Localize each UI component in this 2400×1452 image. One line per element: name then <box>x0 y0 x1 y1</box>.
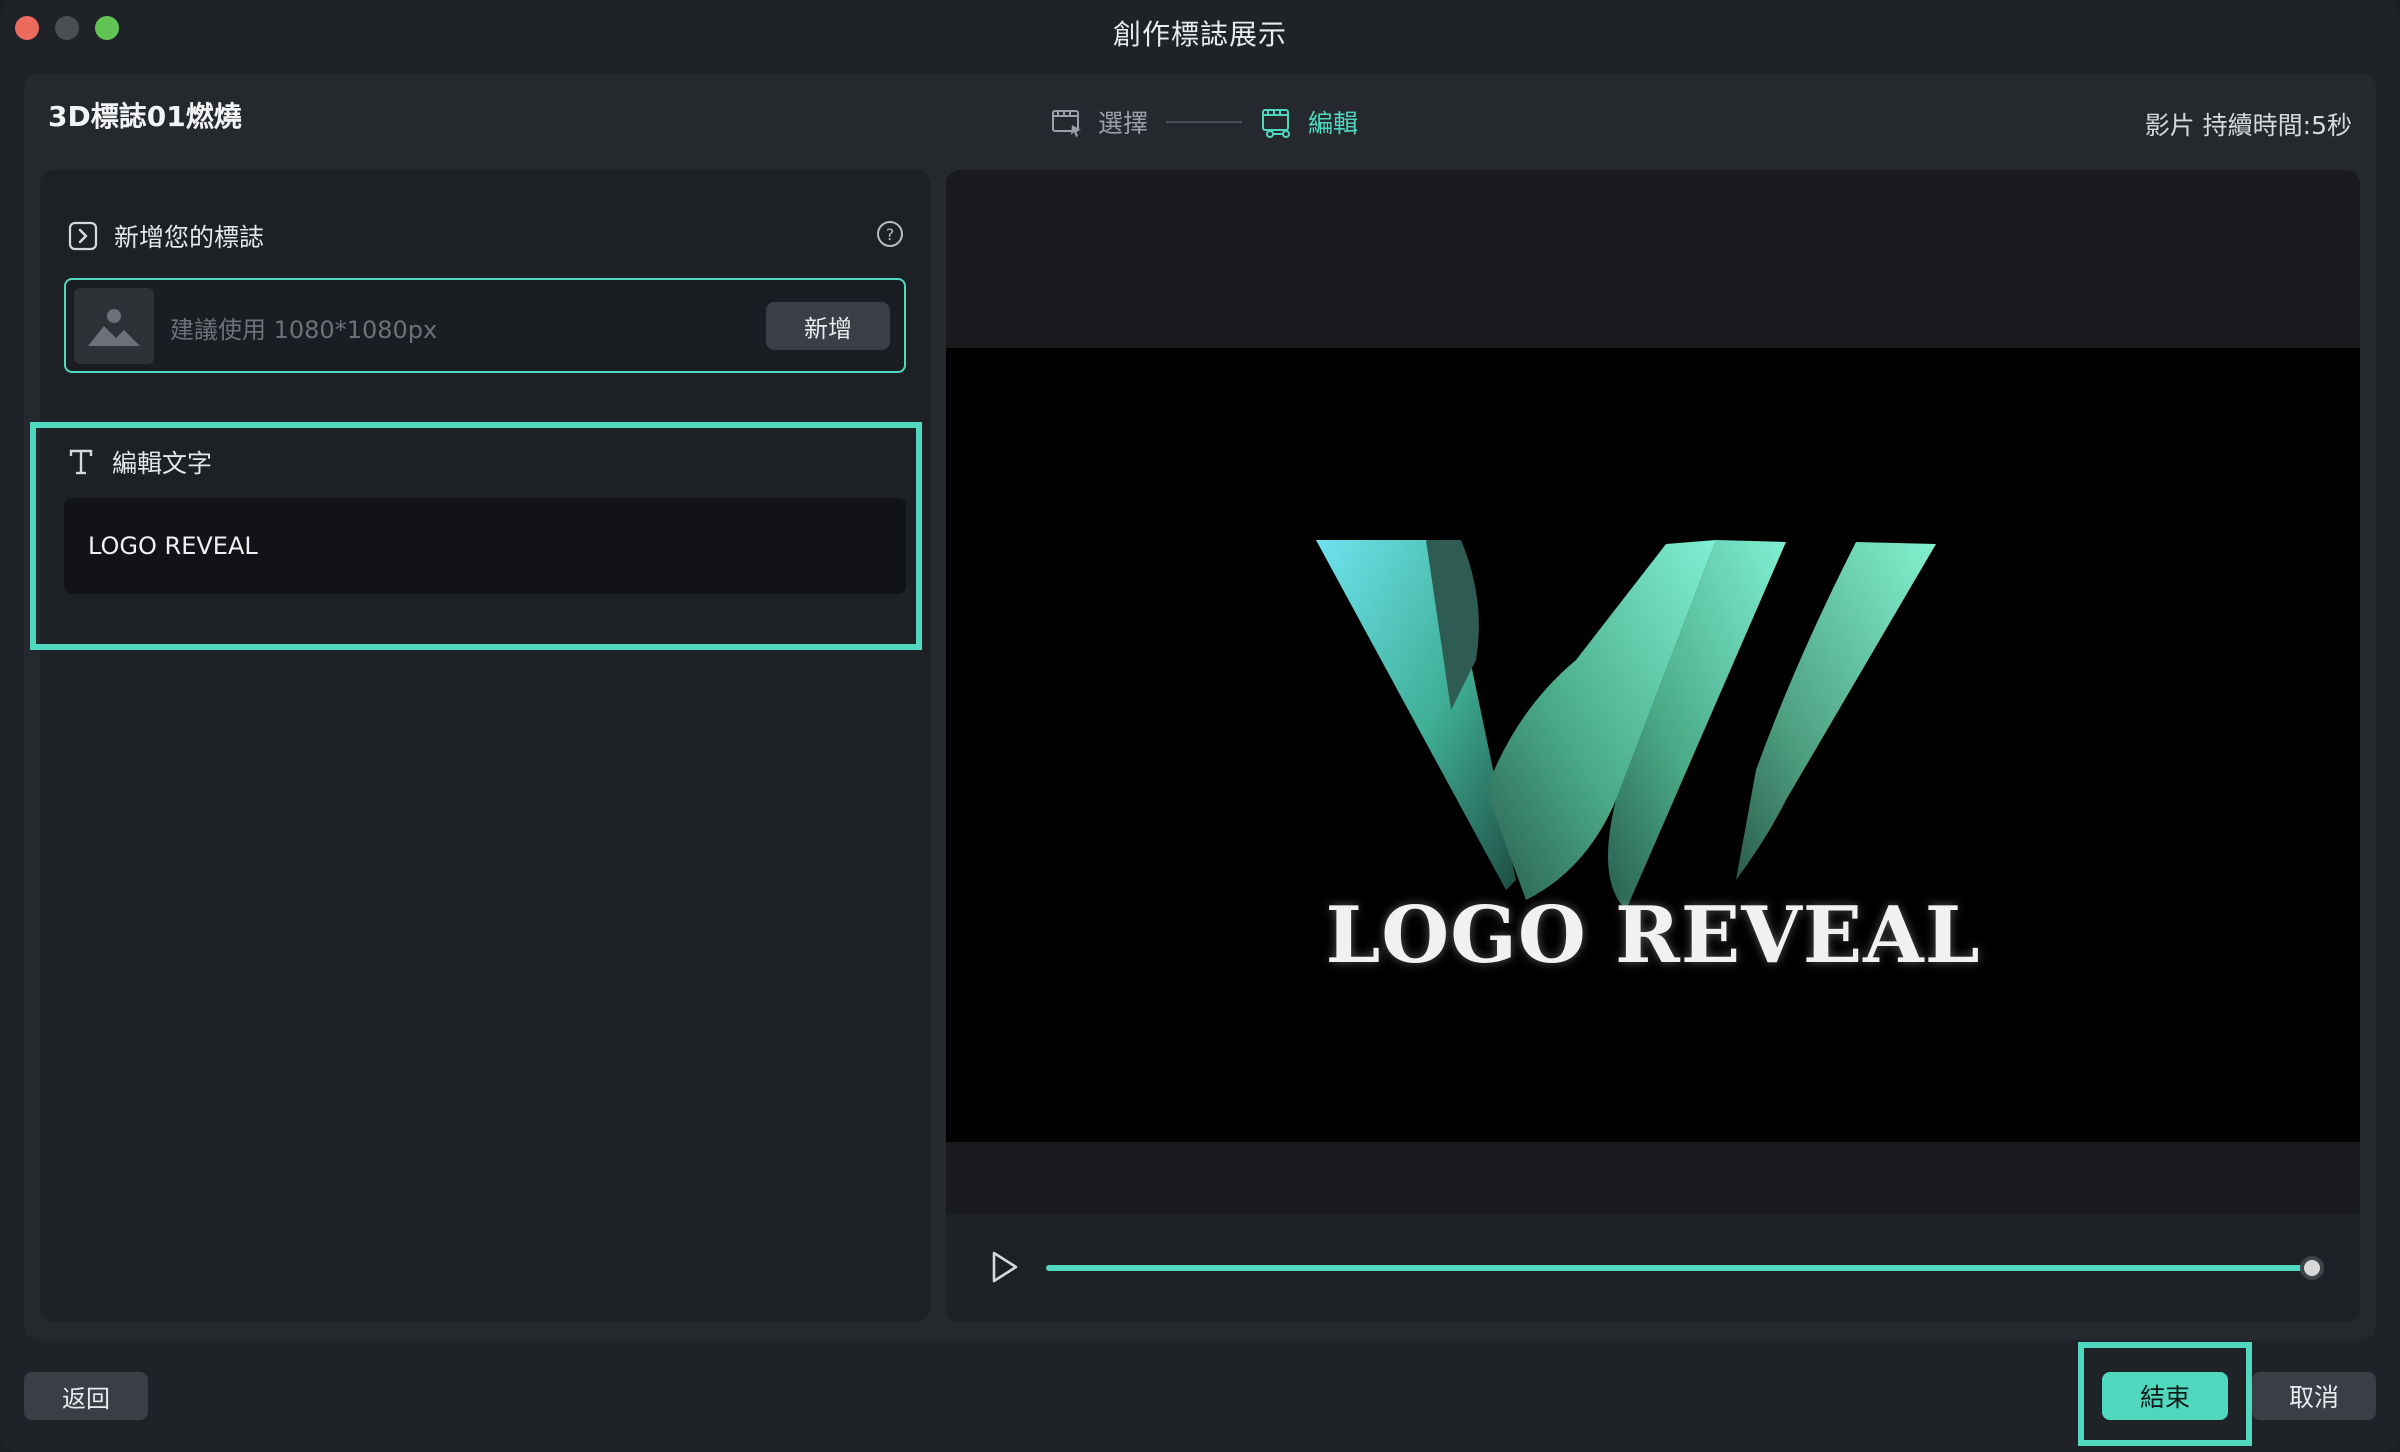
back-button[interactable]: 返回 <box>24 1372 148 1420</box>
step-edit-label: 編輯 <box>1308 109 1359 138</box>
upload-hint: 建議使用 1080*1080px <box>170 316 438 344</box>
preview-caption: LOGO REVEAL <box>1325 890 1981 981</box>
playback-controls <box>946 1214 2360 1322</box>
text-section-title: 編輯文字 <box>112 449 213 478</box>
film-edit-icon <box>1262 109 1291 138</box>
step-select-label: 選擇 <box>1098 109 1149 138</box>
logo-thumbnail <box>74 288 154 364</box>
film-select-icon <box>1052 110 1081 137</box>
preview-letterbox-bottom <box>946 1142 2360 1214</box>
window-title: 創作標誌展示 <box>1112 18 1287 51</box>
template-title: 3D標誌01燃燒 <box>48 100 242 133</box>
step-edit[interactable]: 編輯 <box>1260 104 1358 140</box>
scrubber-handle[interactable] <box>2300 1256 2324 1280</box>
step-indicator: 選擇 編輯 <box>1050 100 1358 144</box>
add-logo-button[interactable]: 新增 <box>766 302 890 350</box>
finish-button[interactable]: 結束 <box>2102 1372 2228 1420</box>
play-icon[interactable] <box>986 1248 1022 1286</box>
text-section-header: 編輯文字 <box>68 444 212 480</box>
logo-add-icon <box>68 221 98 251</box>
step-divider <box>1166 121 1243 123</box>
playback-progress <box>1046 1265 2312 1271</box>
logo-graphic <box>1316 540 1936 910</box>
svg-text:?: ? <box>886 225 895 244</box>
preview-panel: LOGO REVEAL <box>946 170 2360 1322</box>
window: 創作標誌展示 3D標誌01燃燒 選擇 編輯 影片 持續時間:5秒 新增您的標誌 … <box>0 0 2400 1452</box>
step-select[interactable]: 選擇 <box>1050 104 1148 140</box>
logo-section-header: 新增您的標誌 <box>68 218 264 254</box>
help-icon[interactable]: ? <box>876 220 904 248</box>
logo-upload-field[interactable]: 建議使用 1080*1080px 新增 <box>64 278 906 373</box>
playback-scrubber[interactable] <box>1046 1256 2324 1280</box>
logo-section-title: 新增您的標誌 <box>114 223 265 252</box>
video-duration: 影片 持續時間:5秒 <box>2144 111 2352 140</box>
cancel-button[interactable]: 取消 <box>2252 1372 2376 1420</box>
preview-letterbox-top <box>946 170 2360 348</box>
text-icon <box>69 449 93 475</box>
logo-text-input[interactable]: LOGO REVEAL <box>64 498 906 594</box>
image-placeholder-icon <box>88 309 140 346</box>
titlebar: 創作標誌展示 <box>0 0 2400 64</box>
